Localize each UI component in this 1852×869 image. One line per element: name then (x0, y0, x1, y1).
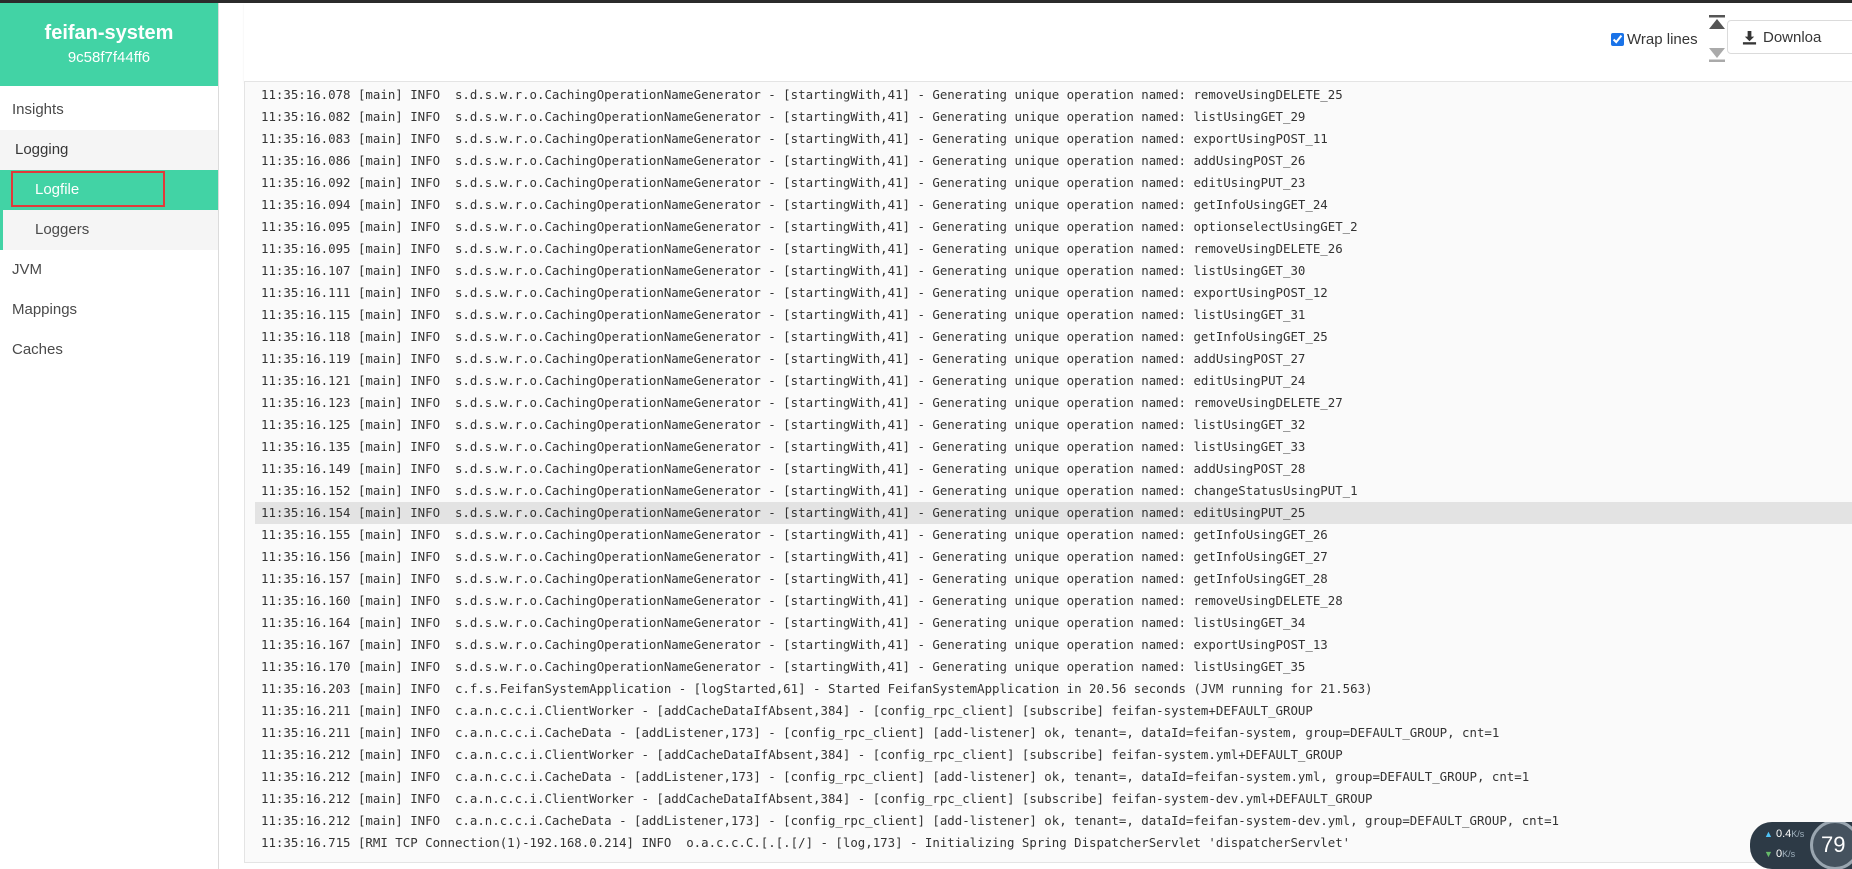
log-line: 11:35:16.135 [main] INFO s.d.s.w.r.o.Cac… (261, 439, 1306, 454)
wrap-lines-label: Wrap lines (1627, 31, 1698, 48)
log-line: 11:35:16.149 [main] INFO s.d.s.w.r.o.Cac… (261, 461, 1306, 476)
network-speed-widget: ▲ 0.4K/s ▼ 0K/s 79 (1750, 822, 1852, 869)
log-line: 11:35:16.154 [main] INFO s.d.s.w.r.o.Cac… (255, 502, 1852, 524)
app-name: feifan-system (44, 22, 174, 44)
scroll-buttons (1706, 13, 1728, 73)
log-line: 11:35:16.164 [main] INFO s.d.s.w.r.o.Cac… (261, 615, 1306, 630)
log-line: 11:35:16.203 [main] INFO c.f.s.FeifanSys… (261, 681, 1373, 696)
log-line: 11:35:16.156 [main] INFO s.d.s.w.r.o.Cac… (261, 549, 1328, 564)
log-line: 11:35:16.078 [main] INFO s.d.s.w.r.o.Cac… (261, 87, 1343, 102)
download-icon (1742, 30, 1757, 45)
sidebar: feifan-system 9c58f7f44ff6 Insights Logg… (0, 3, 219, 869)
log-line: 11:35:16.119 [main] INFO s.d.s.w.r.o.Cac… (261, 351, 1306, 366)
log-line: 11:35:16.212 [main] INFO c.a.n.c.c.i.Cac… (261, 813, 1560, 828)
usage-circle[interactable]: 79 (1810, 822, 1852, 869)
wrap-lines-toggle[interactable]: Wrap lines (1611, 31, 1698, 48)
log-line: 11:35:16.111 [main] INFO s.d.s.w.r.o.Cac… (261, 285, 1328, 300)
log-line: 11:35:16.086 [main] INFO s.d.s.w.r.o.Cac… (261, 153, 1306, 168)
log-line: 11:35:16.083 [main] INFO s.d.s.w.r.o.Cac… (261, 131, 1328, 146)
sidebar-nav: Insights Logging Logfile Loggers JVM Map… (0, 90, 218, 370)
sidebar-item-logfile[interactable]: Logfile (0, 170, 218, 210)
log-line: 11:35:16.092 [main] INFO s.d.s.w.r.o.Cac… (261, 175, 1306, 190)
log-line: 11:35:16.095 [main] INFO s.d.s.w.r.o.Cac… (261, 241, 1343, 256)
upload-arrow-icon: ▲ (1764, 829, 1773, 839)
download-speed: ▼ 0K/s (1764, 848, 1795, 860)
sidebar-item-jvm[interactable]: JVM (0, 250, 218, 290)
log-line: 11:35:16.115 [main] INFO s.d.s.w.r.o.Cac… (261, 307, 1306, 322)
app-header: feifan-system 9c58f7f44ff6 (0, 3, 218, 86)
log-line: 11:35:16.212 [main] INFO c.a.n.c.c.i.Cli… (261, 747, 1343, 762)
log-line: 11:35:16.094 [main] INFO s.d.s.w.r.o.Cac… (261, 197, 1328, 212)
download-unit: K/s (1782, 849, 1796, 859)
log-line: 11:35:16.211 [main] INFO c.a.n.c.c.i.Cli… (261, 703, 1313, 718)
log-line: 11:35:16.715 [RMI TCP Connection(1)-192.… (261, 835, 1351, 850)
log-line: 11:35:16.212 [main] INFO c.a.n.c.c.i.Cac… (261, 769, 1530, 784)
log-line: 11:35:16.118 [main] INFO s.d.s.w.r.o.Cac… (261, 329, 1328, 344)
log-line: 11:35:16.155 [main] INFO s.d.s.w.r.o.Cac… (261, 527, 1328, 542)
log-line: 11:35:16.212 [main] INFO c.a.n.c.c.i.Cli… (261, 791, 1373, 806)
scroll-to-top-icon[interactable] (1706, 13, 1728, 35)
sidebar-item-logging[interactable]: Logging (0, 130, 218, 170)
log-line: 11:35:16.152 [main] INFO s.d.s.w.r.o.Cac… (261, 483, 1358, 498)
log-line: 11:35:16.125 [main] INFO s.d.s.w.r.o.Cac… (261, 417, 1306, 432)
download-label: Downloa (1763, 28, 1822, 46)
log-lines: 11:35:16.078 [main] INFO s.d.s.w.r.o.Cac… (255, 84, 1852, 854)
upload-unit: K/s (1791, 829, 1805, 839)
log-line: 11:35:16.095 [main] INFO s.d.s.w.r.o.Cac… (261, 219, 1358, 234)
scroll-to-bottom-icon[interactable] (1706, 44, 1728, 66)
highlight-box (11, 171, 165, 207)
wrap-lines-checkbox[interactable] (1611, 33, 1624, 46)
sidebar-item-insights[interactable]: Insights (0, 90, 218, 130)
instance-id: 9c58f7f44ff6 (67, 49, 151, 66)
log-line: 11:35:16.211 [main] INFO c.a.n.c.c.i.Cac… (261, 725, 1500, 740)
download-button[interactable]: Downloa (1727, 20, 1852, 54)
sidebar-item-caches[interactable]: Caches (0, 330, 218, 370)
upload-speed: ▲ 0.4K/s (1764, 828, 1804, 840)
logfile-toolbar: Wrap lines Downloa (244, 3, 1852, 82)
log-line: 11:35:16.160 [main] INFO s.d.s.w.r.o.Cac… (261, 593, 1343, 608)
log-line: 11:35:16.082 [main] INFO s.d.s.w.r.o.Cac… (261, 109, 1306, 124)
log-line: 11:35:16.123 [main] INFO s.d.s.w.r.o.Cac… (261, 395, 1343, 410)
logging-submenu: Logfile Loggers (0, 170, 218, 250)
sidebar-item-mappings[interactable]: Mappings (0, 290, 218, 330)
download-arrow-icon: ▼ (1764, 849, 1773, 859)
log-line: 11:35:16.170 [main] INFO s.d.s.w.r.o.Cac… (261, 659, 1306, 674)
log-line: 11:35:16.157 [main] INFO s.d.s.w.r.o.Cac… (261, 571, 1328, 586)
log-line: 11:35:16.167 [main] INFO s.d.s.w.r.o.Cac… (261, 637, 1328, 652)
sidebar-item-loggers[interactable]: Loggers (0, 210, 218, 250)
log-line: 11:35:16.107 [main] INFO s.d.s.w.r.o.Cac… (261, 263, 1306, 278)
upload-value: 0.4 (1775, 828, 1792, 840)
log-line: 11:35:16.121 [main] INFO s.d.s.w.r.o.Cac… (261, 373, 1306, 388)
logfile-viewer[interactable]: 11:35:16.078 [main] INFO s.d.s.w.r.o.Cac… (244, 81, 1852, 863)
